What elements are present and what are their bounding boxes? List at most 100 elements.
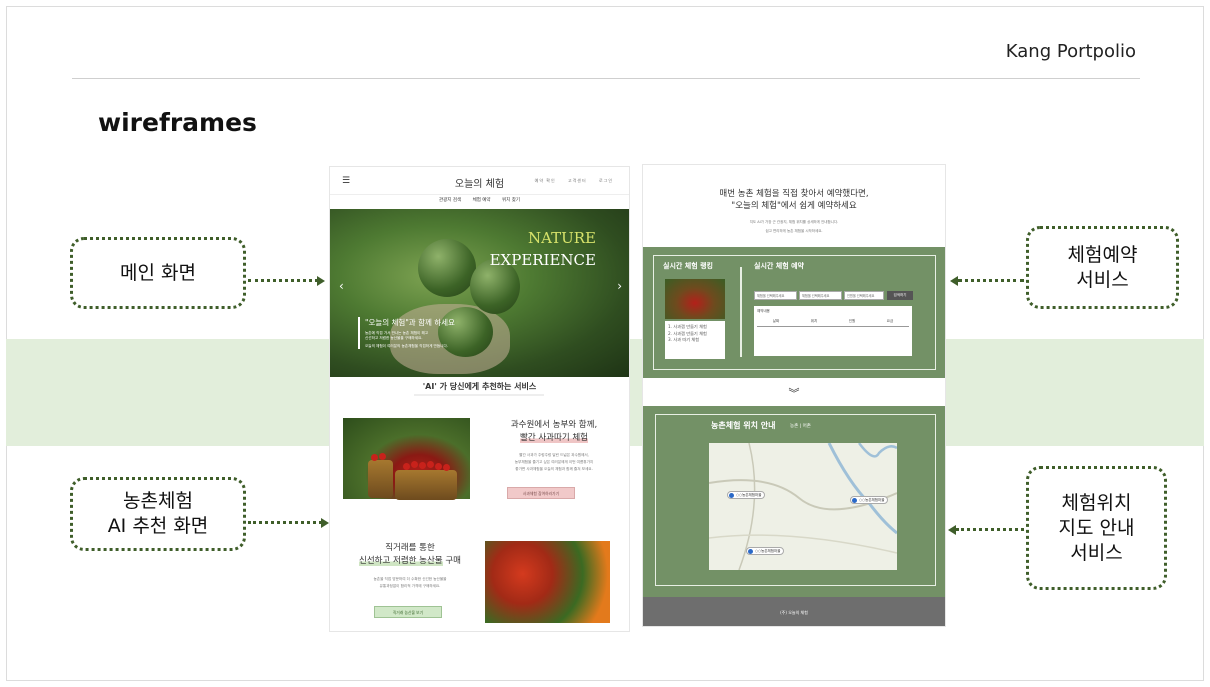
booking-intro-line2: "오늘의 체험"에서 쉽게 예약하세요 <box>731 201 857 211</box>
arrow-main <box>248 279 318 282</box>
card1-body: 빨간 사과가 주렁주렁 달린 드넓은 과수원에서, 농부체험을 즐기고 싶은 여… <box>480 452 628 473</box>
util-link-login[interactable]: 로그인 <box>599 178 613 183</box>
callout-main-screen: 메인 화면 <box>70 237 246 309</box>
search-button[interactable]: 검색하기 <box>887 291 913 300</box>
location-title: 농촌체험 위치 안내 <box>711 421 776 430</box>
ai-section-title: 'AI' 가 당신에게 추천하는 서비스 <box>422 382 537 391</box>
arrow-ai <box>248 521 322 524</box>
wireframe-booking: 매번 농촌 체험을 직접 찾아서 예약했다면, "오늘의 체험"에서 쉽게 예약… <box>642 164 946 627</box>
table-caption: 예약내용 <box>757 309 770 313</box>
callout-booking: 체험예약 서비스 <box>1026 226 1179 309</box>
map-pin[interactable]: ○○농촌체험마을 <box>746 547 785 555</box>
apple-shape <box>379 453 386 460</box>
arrow-booking-head <box>950 276 958 286</box>
map-pin-label: ○○농촌체험마을 <box>755 549 781 553</box>
col-people: 인원 <box>848 319 856 323</box>
util-links: 예약 확인 고객센터 로그인 <box>525 178 613 184</box>
hero-desc-3: 오늘의 체험이 여러분의 농촌체험을 직접하게 만듭니다. <box>365 344 448 348</box>
ranking-item[interactable]: 3. 사과 따기 체험 <box>668 337 722 344</box>
apple-shape <box>419 462 426 469</box>
experience-select-2[interactable]: 체험을 선택해주세요 <box>799 291 842 300</box>
col-fee: 요금 <box>886 319 894 323</box>
booking-title: 실시간 체험 예약 <box>754 262 804 270</box>
map-pin[interactable]: ○○농촌체험마을 <box>727 491 766 499</box>
reservation-table: 예약내용 날짜 위치 인원 요금 <box>754 306 912 356</box>
apple-shape <box>443 464 450 471</box>
arrow-main-head <box>317 276 325 286</box>
callout-location: 체험위치 지도 안내 서비스 <box>1026 466 1167 590</box>
card2-title-highlight: 신선하고 저렴한 농산물 <box>359 556 443 566</box>
direct-trade-button[interactable]: 직거래 농산물 보기 <box>374 606 442 618</box>
card1-title: 과수원에서 농부와 함께, 빨간 사과따기 체험 <box>480 419 628 445</box>
ranking-title: 실시간 체험 랭킹 <box>663 262 713 270</box>
hero-desc-2: 신선하고 저렴한 농산물을 구매하세요. <box>365 336 423 340</box>
card1-title-line1: 과수원에서 농부와 함께, <box>510 420 598 430</box>
barrel-shape <box>395 470 457 500</box>
hero-heading-line1: NATURE <box>527 229 596 247</box>
pin-icon <box>852 497 857 503</box>
apple-shape <box>371 454 378 461</box>
map-view[interactable]: ○○농촌체험마을 ○○농촌체험마을 ○○농촌체험마을 <box>709 443 897 570</box>
apple-shape <box>427 461 434 468</box>
carousel-next-icon[interactable]: › <box>617 279 622 293</box>
brand-name: Kang Portpolio <box>1005 41 1136 62</box>
double-chevron-down-icon[interactable]: ︾ <box>643 385 945 401</box>
apple-orchard-image <box>343 418 470 500</box>
pin-icon <box>748 548 753 554</box>
arrow-location <box>956 528 1024 531</box>
booking-subtext: 지도 AI가 가장 근 관광지, 체험 위치를 상세하게 안내합니다. 쉽고 편… <box>643 218 945 236</box>
nav-location[interactable]: 위치 찾기 <box>502 198 520 203</box>
booking-intro: 매번 농촌 체험을 직접 찾아서 예약했다면, "오늘의 체험"에서 쉽게 예약… <box>643 188 945 212</box>
card1-body-1: 빨간 사과가 주렁주렁 달린 드넓은 과수원에서, <box>519 453 589 457</box>
table-header: 날짜 위치 인원 요금 <box>757 319 909 327</box>
people-select[interactable]: 인원을 선택해주세요 <box>844 291 884 300</box>
card1-title-line2: 빨간 사과따기 체험 <box>520 433 588 443</box>
col-date: 날짜 <box>772 319 780 323</box>
pin-icon <box>729 492 734 498</box>
booking-sub-1: 지도 AI가 가장 근 관광지, 체험 위치를 상세하게 안내합니다. <box>749 220 839 224</box>
apple-shape <box>411 461 418 468</box>
card1-body-2: 농부체험을 즐기고 싶은 여러분에게 이번 여름휴가지 <box>514 460 594 464</box>
card2-body-2: 유통과정없이 합리적 가격에 구매하세요. <box>379 584 441 588</box>
apple-experience-button[interactable]: 사과체험 참여하러가기 <box>507 487 575 499</box>
card2-title: 직거래를 통한 신선하고 저렴한 농산물 구매 <box>340 542 480 568</box>
map-pin-label: ○○농촌체험마을 <box>859 498 885 502</box>
ranking-thumbnail <box>665 279 725 319</box>
carousel-prev-icon[interactable]: ‹ <box>339 279 344 293</box>
panel-divider <box>740 267 742 357</box>
card2-title-line1: 직거래를 통한 <box>385 543 435 553</box>
hero-quote-title: "오늘의 체험"과 함께 하세요 <box>365 318 455 327</box>
map-pin[interactable]: ○○농촌체험마을 <box>850 496 889 504</box>
nav-tourist-search[interactable]: 관광지 검색 <box>439 198 461 203</box>
card2-body-1: 농촌을 직접 방문하여 더 수확한 신선한 농산물을 <box>373 577 447 581</box>
map-pin-label: ○○농촌체험마을 <box>736 493 762 497</box>
experience-select[interactable]: 체험을 선택해주세요 <box>754 291 797 300</box>
arrow-booking <box>958 279 1024 282</box>
apple-shape <box>435 463 442 470</box>
slide-title: wireframes <box>98 108 257 137</box>
main-nav: 관광지 검색 체험 예약 위치 찾기 <box>330 197 629 203</box>
top-bar: ☰ 오늘의 체험 예약 확인 고객센터 로그인 <box>330 167 629 195</box>
zucchini-image <box>418 239 476 297</box>
booking-sub-2: 쉽고 편리하게 농촌 체험을 시작하세요. <box>765 229 823 233</box>
location-tabs[interactable]: 농촌 | 어촌 <box>790 423 811 429</box>
hero-quote: "오늘의 체험"과 함께 하세요 농촌에 직접 가서 만나는 농촌 체험이 해고… <box>358 317 455 349</box>
hero-banner: NATURE EXPERIENCE ‹ › "오늘의 체험"과 함께 하세요 농… <box>330 209 629 377</box>
header-divider <box>72 78 1140 79</box>
vegetable-basket-image <box>485 541 610 623</box>
booking-intro-line1: 매번 농촌 체험을 직접 찾아서 예약했다면, <box>719 189 869 199</box>
util-link-booking[interactable]: 예약 확인 <box>535 178 556 183</box>
barrel-shape <box>368 460 393 498</box>
callout-ai-screen: 농촌체험 AI 추천 화면 <box>70 477 246 551</box>
apple-shape <box>403 463 410 470</box>
nav-booking[interactable]: 체험 예약 <box>473 198 491 203</box>
wireframe-main: ☰ 오늘의 체험 예약 확인 고객센터 로그인 관광지 검색 체험 예약 위치 … <box>329 166 630 632</box>
map-roads <box>709 443 897 570</box>
card1-body-3: 좋가면 사과체험을 오늘의 체험과 함께 즐겨 보세요. <box>515 467 593 471</box>
site-footer: (주) 오늘의 체험 <box>643 597 945 626</box>
card2-title-tail: 구매 <box>442 556 461 566</box>
util-link-support[interactable]: 고객센터 <box>568 178 587 183</box>
section-underline <box>414 394 544 396</box>
arrow-ai-head <box>321 518 329 528</box>
card2-body: 농촌을 직접 방문하여 더 수확한 신선한 농산물을 유통과정없이 합리적 가격… <box>340 576 480 590</box>
